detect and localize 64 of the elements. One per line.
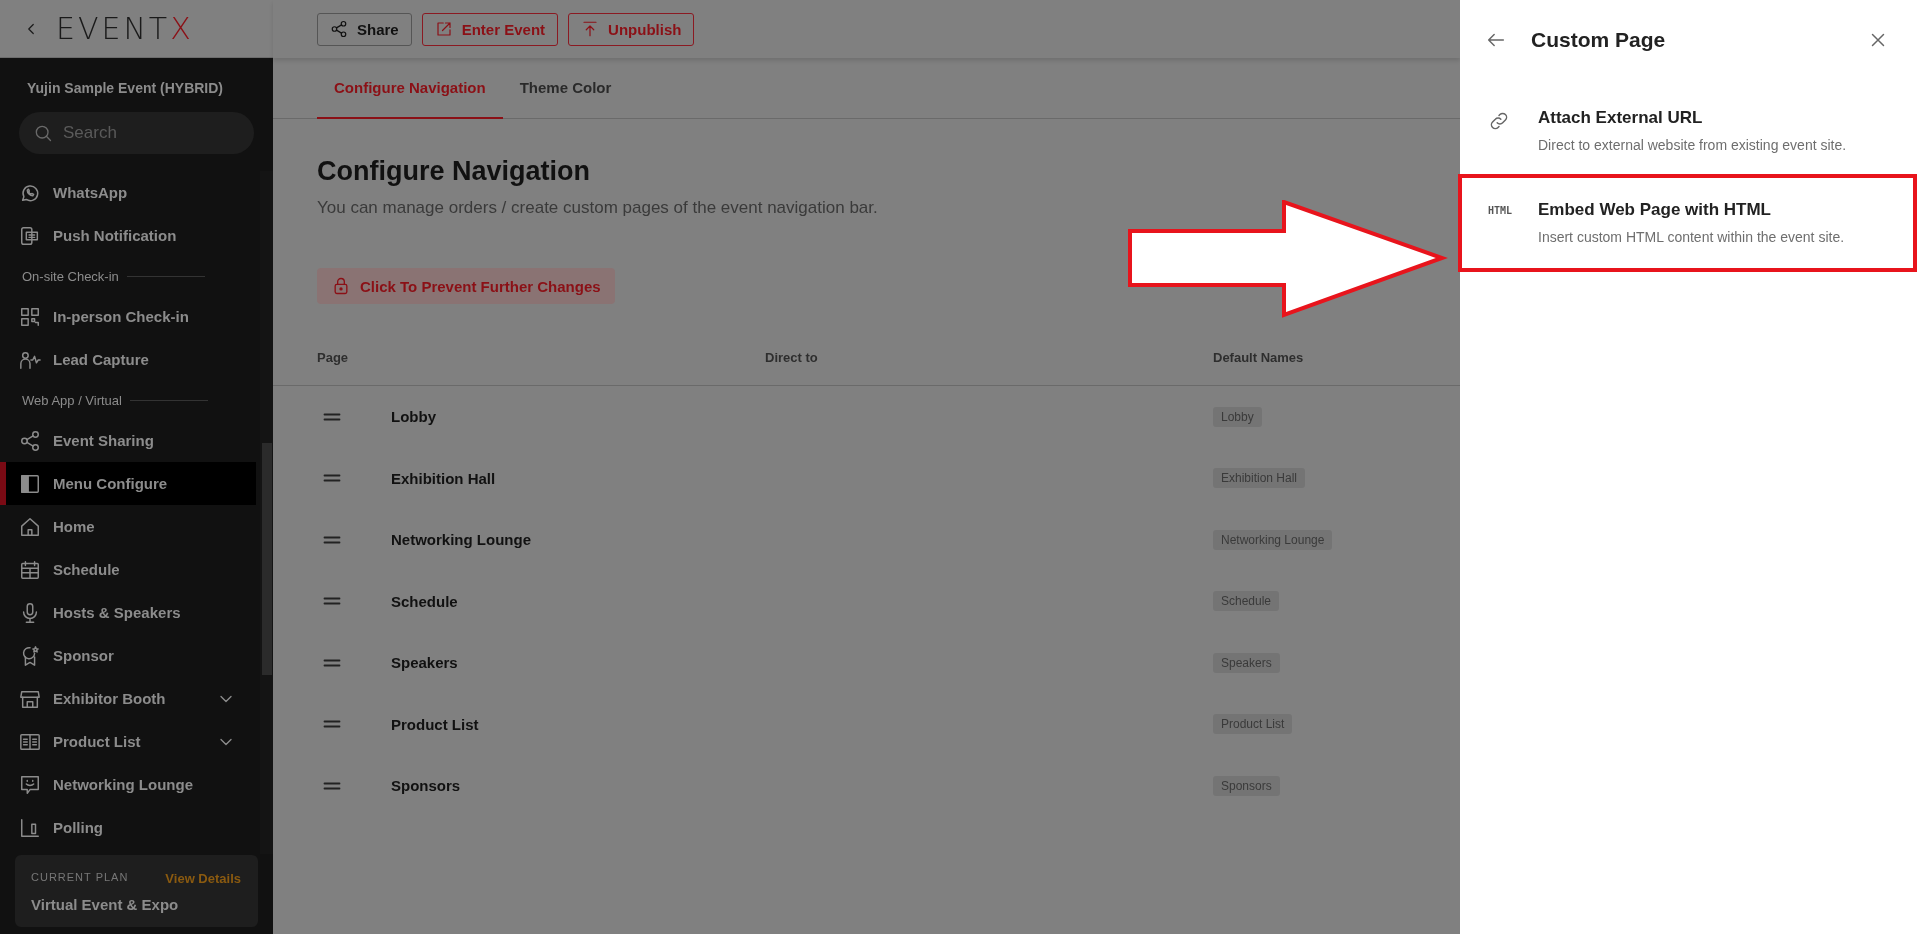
sidebar-item[interactable]: Product List (0, 720, 256, 763)
plan-name: Virtual Event & Expo (31, 896, 180, 913)
upload-icon (581, 20, 600, 38)
sidebar-item[interactable]: Sponsor (0, 634, 256, 677)
sidebar-panel-icon (19, 472, 41, 495)
column-header: Page (317, 349, 350, 367)
column-header: Direct to (765, 349, 819, 367)
column-header: Default Names (1213, 349, 1305, 367)
smiley-chat-icon (19, 773, 41, 796)
option-title: Attach External URL (1538, 108, 1704, 128)
default-name-tag: Product List (1213, 714, 1293, 735)
chart-icon (19, 816, 41, 839)
view-details-link[interactable]: View Details (165, 871, 241, 886)
default-name-tag: Schedule (1213, 591, 1280, 612)
sidebar-item[interactable]: Menu Configure (0, 462, 256, 505)
default-name-tag: Speakers (1213, 652, 1280, 673)
share-icon (330, 20, 348, 38)
document-icon (19, 224, 41, 247)
page-name: Networking Lounge (391, 531, 532, 549)
sidebar-item[interactable]: Polling (0, 806, 256, 849)
page-name: Schedule (391, 592, 459, 610)
sidebar-item[interactable]: In-person Check-in (0, 295, 256, 338)
sidebar-item[interactable]: Schedule (0, 548, 256, 591)
page-description: You can manage orders / create custom pages of the event navigation bar. (317, 198, 879, 218)
share-icon (19, 429, 41, 452)
page-heading: Configure Navigation (317, 156, 591, 187)
sidebar-item[interactable]: WhatsApp (0, 171, 256, 214)
option-card[interactable]: HTML Embed Web Page with HTML Insert custom HTML content within the event site. (1458, 174, 1917, 272)
sidebar-item[interactable]: Hosts & Speakers (0, 591, 256, 634)
search-field[interactable]: Search (19, 112, 254, 154)
plan-label: CURRENT PLAN (31, 871, 130, 885)
event-title: Yujin Sample Event (HYBRID) (27, 80, 225, 96)
sidebar-item[interactable]: Networking Lounge (0, 763, 256, 806)
home-icon (19, 515, 41, 538)
link-icon (1488, 110, 1510, 132)
page-name: Product List (391, 715, 480, 733)
page-name: Speakers (391, 654, 459, 672)
sidebar-item[interactable]: Push Notification (0, 214, 256, 257)
sidebar-item[interactable]: Home (0, 505, 256, 548)
section-label: On-site Check-in (22, 268, 119, 284)
option-description: Insert custom HTML content within the event site. (1538, 228, 1846, 247)
tab[interactable]: Theme Color (502, 58, 629, 119)
default-name-tag: Sponsors (1213, 775, 1280, 796)
option-title: Embed Web Page with HTML (1538, 200, 1772, 220)
external-link-icon (434, 20, 453, 38)
default-name-tag: Lobby (1213, 406, 1262, 427)
sidebar-item[interactable]: Exhibitor Booth (0, 677, 256, 720)
panel-title: Custom Page (1531, 28, 1667, 52)
logo: EVENTX (56, 11, 194, 46)
search-icon (33, 123, 53, 143)
default-name-tag: Networking Lounge (1213, 529, 1333, 550)
sidebar-item[interactable]: Lead Capture (0, 338, 256, 381)
page-name: Sponsors (391, 777, 462, 795)
page-name: Exhibition Hall (391, 469, 497, 487)
option-description: Direct to external website from existing event site. (1538, 136, 1848, 155)
default-name-tag: Exhibition Hall (1213, 468, 1306, 489)
calendar-icon (19, 558, 41, 581)
option-card[interactable]: Attach External URL Direct to external website from existing event site. (1458, 94, 1917, 174)
page-name: Lobby (391, 408, 437, 426)
share-button[interactable]: Share (317, 12, 412, 46)
sidebar-item[interactable]: Event Sharing (0, 419, 256, 462)
qr-code-icon (19, 305, 41, 328)
section-label: Web App / Virtual (22, 392, 122, 408)
html-label: HTML (1488, 205, 1514, 218)
